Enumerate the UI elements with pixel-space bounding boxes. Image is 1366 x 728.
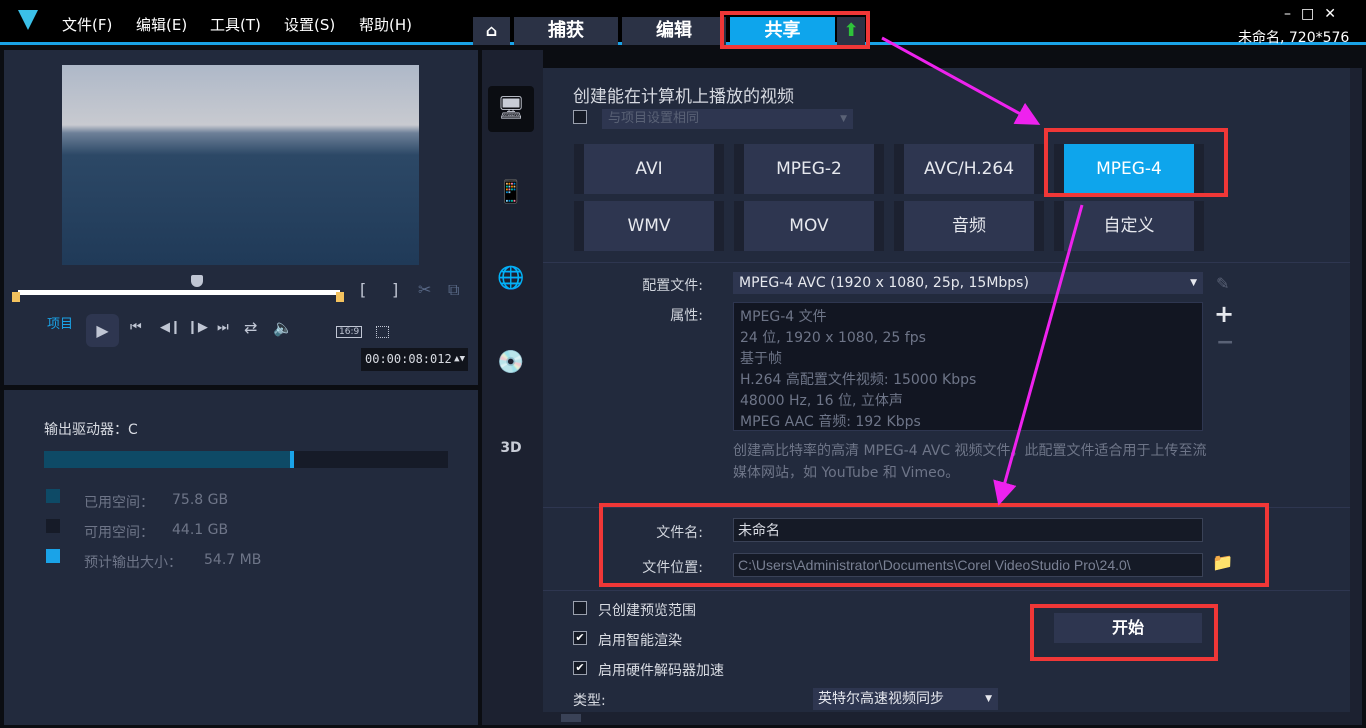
arrow-to-mpeg4: [881, 36, 1041, 125]
annotation-arrows: [881, 36, 1084, 506]
arrow-to-file-fields: [993, 204, 1084, 506]
